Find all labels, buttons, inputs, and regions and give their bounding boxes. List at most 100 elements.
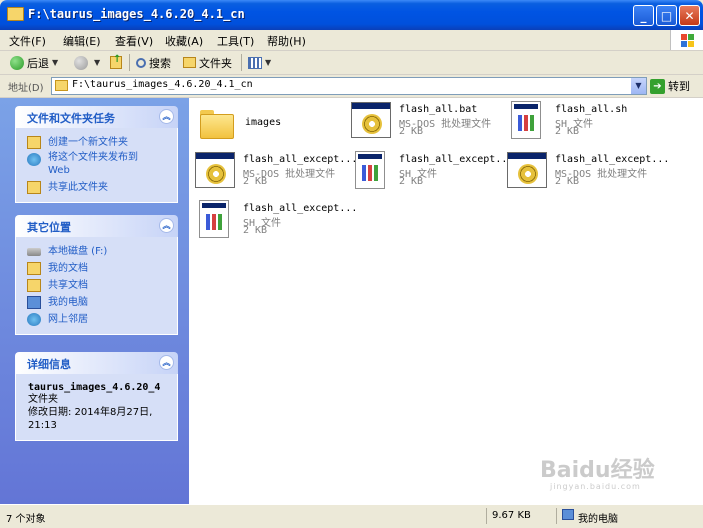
details-modified-time: 21:13: [28, 420, 57, 431]
address-input[interactable]: F:\taurus_images_4.6.20_4.1_cn ▼: [51, 77, 647, 95]
toolbar-divider: [129, 54, 130, 71]
folders-label: 文件夹: [199, 56, 232, 70]
documents-icon: [27, 262, 41, 275]
file-name: flash_all_except...: [555, 154, 670, 165]
task-label: 共享此文件夹: [48, 182, 108, 193]
places-panel-header[interactable]: 其它位置 ︽: [15, 215, 178, 237]
up-folder-button[interactable]: ↑: [110, 53, 122, 72]
go-button[interactable]: ➔ 转到: [650, 77, 698, 95]
task-label: 将这个文件夹发布到: [48, 152, 138, 163]
shared-documents-icon: [27, 279, 41, 292]
details-panel-body: taurus_images_4.6.20_4 文件夹 修改日期: 2014年8月…: [15, 374, 178, 441]
address-value: F:\taurus_images_4.6.20_4.1_cn: [72, 79, 253, 90]
place-shared-documents[interactable]: 共享文档: [16, 277, 177, 294]
title-bar[interactable]: F:\taurus_images_4.6.20_4.1_cn _ □ ✕: [0, 0, 703, 30]
file-name: flash_all_except...: [243, 154, 358, 165]
file-list: images flash_all.bat MS-DOS 批处理文件 2 KB f…: [189, 98, 703, 504]
views-button[interactable]: ▼: [248, 53, 271, 72]
place-my-computer[interactable]: 我的电脑: [16, 294, 177, 311]
place-network[interactable]: 网上邻居: [16, 311, 177, 328]
details-name: taurus_images_4.6.20_4: [28, 382, 161, 393]
file-item[interactable]: flash_all_except... MS-DOS 批处理文件 2 KB: [505, 150, 669, 194]
forward-button[interactable]: ▼: [74, 53, 100, 72]
network-icon: [27, 313, 41, 326]
file-item[interactable]: flash_all.bat MS-DOS 批处理文件 2 KB: [349, 100, 504, 144]
status-object-count: 7 个对象: [6, 514, 46, 525]
menu-bar: 文件(F) 编辑(E) 查看(V) 收藏(A) 工具(T) 帮助(H): [0, 30, 703, 51]
task-new-folder[interactable]: 创建一个新文件夹: [16, 134, 177, 151]
collapse-icon[interactable]: ︽: [159, 109, 174, 124]
place-label: 我的电脑: [48, 297, 88, 308]
file-size: 2 KB: [399, 126, 424, 137]
file-item[interactable]: flash_all.sh SH 文件 2 KB: [505, 100, 660, 144]
status-bar: 7 个对象 9.67 KB 我的电脑: [0, 504, 703, 528]
place-my-documents[interactable]: 我的文档: [16, 260, 177, 277]
explorer-window: F:\taurus_images_4.6.20_4.1_cn _ □ ✕ 文件(…: [0, 0, 703, 528]
views-icon: [248, 56, 262, 69]
task-share-folder[interactable]: 共享此文件夹: [16, 179, 177, 196]
tasks-panel-header[interactable]: 文件和文件夹任务 ︽: [15, 106, 178, 128]
file-size: 2 KB: [243, 176, 268, 187]
place-local-disk[interactable]: 本地磁盘 (F:): [16, 243, 177, 260]
maximize-button[interactable]: □: [656, 5, 677, 26]
folder-icon: [55, 80, 68, 91]
new-folder-icon: [27, 136, 41, 149]
chevron-down-icon: ▼: [52, 58, 59, 67]
status-size: 9.67 KB: [492, 510, 531, 521]
batch-file-icon: [193, 150, 237, 192]
back-arrow-icon: [10, 55, 24, 70]
details-panel-header[interactable]: 详细信息 ︽: [15, 352, 178, 374]
status-divider: [486, 508, 487, 524]
place-label: 我的文档: [48, 263, 88, 274]
search-button[interactable]: 搜索: [136, 53, 171, 72]
file-item[interactable]: flash_all_except... SH 文件 2 KB: [349, 150, 513, 194]
details-panel: 详细信息 ︽ taurus_images_4.6.20_4 文件夹 修改日期: …: [15, 352, 178, 441]
address-label: 地址(D): [8, 83, 44, 94]
tasks-panel: 文件和文件夹任务 ︽ 创建一个新文件夹 将这个文件夹发布到 Web 共享此文件夹: [15, 106, 178, 203]
file-size: 2 KB: [243, 225, 268, 236]
address-bar: 地址(D) F:\taurus_images_4.6.20_4.1_cn ▼ ➔…: [0, 75, 703, 98]
file-name: flash_all.sh: [555, 104, 628, 115]
window-title: F:\taurus_images_4.6.20_4.1_cn: [28, 7, 245, 21]
file-item[interactable]: images: [195, 102, 350, 146]
menu-help[interactable]: 帮助(H): [267, 33, 306, 49]
go-label: 转到: [668, 80, 690, 93]
address-dropdown-button[interactable]: ▼: [631, 78, 646, 94]
places-panel-body: 本地磁盘 (F:) 我的文档 共享文档 我的电脑 网上邻居: [15, 237, 178, 335]
computer-icon: [27, 296, 41, 309]
task-publish-web[interactable]: 将这个文件夹发布到 Web: [16, 151, 177, 179]
file-size: 2 KB: [399, 176, 424, 187]
close-button[interactable]: ✕: [679, 5, 700, 26]
batch-file-icon: [505, 150, 549, 192]
back-button[interactable]: 后退 ▼: [10, 53, 58, 72]
menu-edit[interactable]: 编辑(E): [63, 33, 101, 49]
menu-tools[interactable]: 工具(T): [217, 33, 254, 49]
menu-view[interactable]: 查看(V): [115, 33, 153, 49]
places-panel-title: 其它位置: [27, 221, 71, 234]
menu-file[interactable]: 文件(F): [9, 33, 46, 49]
file-size: 2 KB: [555, 176, 580, 187]
file-item[interactable]: flash_all_except... MS-DOS 批处理文件 2 KB: [193, 150, 357, 194]
file-name: flash_all.bat: [399, 104, 478, 115]
share-folder-icon: [27, 181, 41, 194]
file-name: flash_all_except...: [399, 154, 514, 165]
tasks-panel-title: 文件和文件夹任务: [27, 112, 115, 125]
go-arrow-icon: ➔: [650, 78, 665, 94]
details-panel-title: 详细信息: [27, 358, 71, 371]
place-label: 共享文档: [48, 280, 88, 291]
folder-icon: [7, 7, 24, 21]
task-label-web: Web: [48, 165, 70, 176]
file-size: 2 KB: [555, 126, 580, 137]
file-name: images: [245, 117, 282, 128]
collapse-icon[interactable]: ︽: [159, 218, 174, 233]
places-panel: 其它位置 ︽ 本地磁盘 (F:) 我的文档 共享文档 我的电脑 网上邻居: [15, 215, 178, 335]
task-label: 创建一个新文件夹: [48, 137, 128, 148]
file-item[interactable]: flash_all_except... SH 文件 2 KB: [193, 199, 357, 243]
details-modified: 修改日期: 2014年8月27日,: [28, 407, 153, 418]
minimize-button[interactable]: _: [633, 5, 654, 26]
collapse-icon[interactable]: ︽: [159, 355, 174, 370]
back-label: 后退: [27, 56, 49, 70]
folders-button[interactable]: 文件夹: [183, 53, 232, 72]
task-pane: 文件和文件夹任务 ︽ 创建一个新文件夹 将这个文件夹发布到 Web 共享此文件夹: [0, 98, 189, 504]
menu-favorites[interactable]: 收藏(A): [165, 33, 203, 49]
